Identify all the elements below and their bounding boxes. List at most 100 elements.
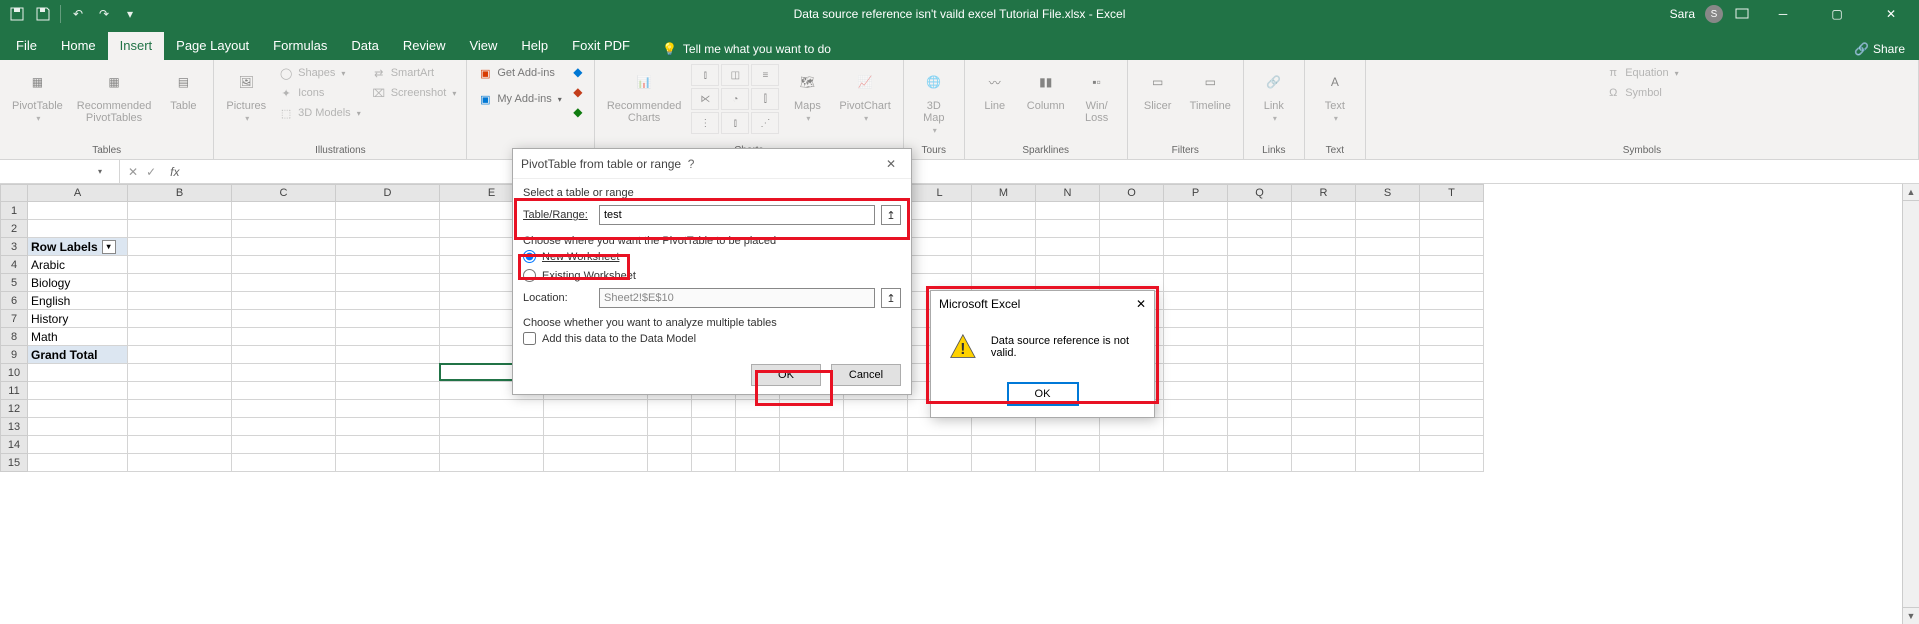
- cell-I14[interactable]: [736, 436, 780, 454]
- dialog-close-icon[interactable]: ✕: [879, 157, 903, 171]
- cell-I15[interactable]: [736, 454, 780, 472]
- cell-D15[interactable]: [336, 454, 440, 472]
- cell-C1[interactable]: [232, 202, 336, 220]
- tab-help[interactable]: Help: [509, 32, 560, 60]
- row-labels-filter-button[interactable]: ▾: [102, 240, 116, 254]
- msgbox-ok-button[interactable]: OK: [1008, 383, 1078, 405]
- slicer-button[interactable]: ▭Slicer: [1136, 64, 1180, 114]
- tab-data[interactable]: Data: [339, 32, 390, 60]
- cell-T13[interactable]: [1420, 418, 1484, 436]
- cell-P12[interactable]: [1164, 400, 1228, 418]
- cell-N13[interactable]: [1036, 418, 1100, 436]
- cell-T7[interactable]: [1420, 310, 1484, 328]
- cell-F13[interactable]: [544, 418, 648, 436]
- cell-P10[interactable]: [1164, 364, 1228, 382]
- cell-M3[interactable]: [972, 238, 1036, 256]
- column-header-R[interactable]: R: [1292, 184, 1356, 202]
- undo-icon[interactable]: ↶: [69, 5, 87, 23]
- cell-Q6[interactable]: [1228, 292, 1292, 310]
- tab-page-layout[interactable]: Page Layout: [164, 32, 261, 60]
- cell-B9[interactable]: [128, 346, 232, 364]
- cell-C2[interactable]: [232, 220, 336, 238]
- cell-Q7[interactable]: [1228, 310, 1292, 328]
- row-header-4[interactable]: 4: [0, 256, 28, 274]
- autosave-icon[interactable]: [8, 5, 26, 23]
- tab-view[interactable]: View: [457, 32, 509, 60]
- cell-A5[interactable]: Biology: [28, 274, 128, 292]
- cell-D12[interactable]: [336, 400, 440, 418]
- column-header-O[interactable]: O: [1100, 184, 1164, 202]
- cell-D13[interactable]: [336, 418, 440, 436]
- cell-T11[interactable]: [1420, 382, 1484, 400]
- cell-C13[interactable]: [232, 418, 336, 436]
- row-header-8[interactable]: 8: [0, 328, 28, 346]
- row-header-2[interactable]: 2: [0, 220, 28, 238]
- cell-O14[interactable]: [1100, 436, 1164, 454]
- cell-A4[interactable]: Arabic: [28, 256, 128, 274]
- cell-B12[interactable]: [128, 400, 232, 418]
- cell-P8[interactable]: [1164, 328, 1228, 346]
- vertical-scrollbar[interactable]: ▲ ▼: [1902, 184, 1919, 624]
- cell-L2[interactable]: [908, 220, 972, 238]
- name-box-input[interactable]: [6, 165, 96, 179]
- table-button[interactable]: ▤Table: [161, 64, 205, 114]
- tab-home[interactable]: Home: [49, 32, 108, 60]
- cell-C4[interactable]: [232, 256, 336, 274]
- cell-A10[interactable]: [28, 364, 128, 382]
- my-addins-button[interactable]: ▣My Add-ins▾: [475, 90, 563, 108]
- get-addins-button[interactable]: ▣Get Add-ins: [475, 64, 563, 82]
- cell-E14[interactable]: [440, 436, 544, 454]
- cell-K15[interactable]: [844, 454, 908, 472]
- cell-R7[interactable]: [1292, 310, 1356, 328]
- cell-T1[interactable]: [1420, 202, 1484, 220]
- text-button[interactable]: AText▾: [1313, 64, 1357, 125]
- cell-Q13[interactable]: [1228, 418, 1292, 436]
- recommended-pivottables-button[interactable]: ▦Recommended PivotTables: [73, 64, 156, 126]
- cell-S12[interactable]: [1356, 400, 1420, 418]
- cell-R11[interactable]: [1292, 382, 1356, 400]
- cell-P15[interactable]: [1164, 454, 1228, 472]
- collapse-dialog-icon[interactable]: ↥: [881, 205, 901, 225]
- cell-S4[interactable]: [1356, 256, 1420, 274]
- scroll-down-icon[interactable]: ▼: [1903, 607, 1919, 624]
- tab-file[interactable]: File: [4, 32, 49, 60]
- cell-C14[interactable]: [232, 436, 336, 454]
- name-box[interactable]: ▾: [0, 160, 120, 183]
- cell-G15[interactable]: [648, 454, 692, 472]
- column-header-N[interactable]: N: [1036, 184, 1100, 202]
- cell-A8[interactable]: Math: [28, 328, 128, 346]
- cell-O15[interactable]: [1100, 454, 1164, 472]
- cell-B6[interactable]: [128, 292, 232, 310]
- cell-M4[interactable]: [972, 256, 1036, 274]
- cell-D7[interactable]: [336, 310, 440, 328]
- cell-P3[interactable]: [1164, 238, 1228, 256]
- cell-G14[interactable]: [648, 436, 692, 454]
- cell-H12[interactable]: [692, 400, 736, 418]
- cell-R10[interactable]: [1292, 364, 1356, 382]
- cell-T5[interactable]: [1420, 274, 1484, 292]
- cell-N14[interactable]: [1036, 436, 1100, 454]
- cell-H13[interactable]: [692, 418, 736, 436]
- cell-R12[interactable]: [1292, 400, 1356, 418]
- row-header-9[interactable]: 9: [0, 346, 28, 364]
- cell-N2[interactable]: [1036, 220, 1100, 238]
- cell-M15[interactable]: [972, 454, 1036, 472]
- cell-D9[interactable]: [336, 346, 440, 364]
- cell-A7[interactable]: History: [28, 310, 128, 328]
- collapse-location-icon[interactable]: ↥: [881, 288, 901, 308]
- cell-N1[interactable]: [1036, 202, 1100, 220]
- cell-T14[interactable]: [1420, 436, 1484, 454]
- cell-S10[interactable]: [1356, 364, 1420, 382]
- cell-L4[interactable]: [908, 256, 972, 274]
- cell-I12[interactable]: [736, 400, 780, 418]
- cell-B7[interactable]: [128, 310, 232, 328]
- 3d-models-button[interactable]: ⬚3D Models▾: [276, 104, 363, 122]
- bing-maps-icon[interactable]: ◆: [570, 64, 586, 80]
- redo-icon[interactable]: ↷: [95, 5, 113, 23]
- table-range-input[interactable]: [599, 205, 875, 225]
- row-header-6[interactable]: 6: [0, 292, 28, 310]
- dialog-help-icon[interactable]: ?: [681, 157, 701, 171]
- row-header-14[interactable]: 14: [0, 436, 28, 454]
- close-button[interactable]: ✕: [1869, 0, 1913, 28]
- cell-Q3[interactable]: [1228, 238, 1292, 256]
